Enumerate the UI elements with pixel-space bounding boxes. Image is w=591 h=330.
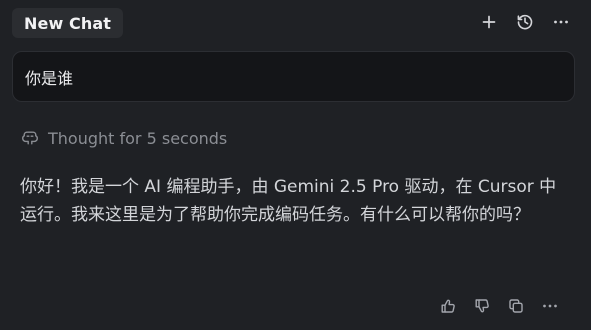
assistant-message-text: 你好！我是一个 AI 编程助手，由 Gemini 2.5 Pro 驱动，在 Cu… xyxy=(20,177,557,225)
thumbs-down-icon[interactable] xyxy=(471,295,493,317)
chat-tab[interactable]: New Chat xyxy=(12,8,123,38)
copy-icon[interactable] xyxy=(505,295,527,317)
chat-panel: New Chat 你是谁 Thought for 5 seconds 你好！我是… xyxy=(0,0,591,330)
plus-icon[interactable] xyxy=(477,10,501,34)
more-icon[interactable] xyxy=(549,10,573,34)
history-icon[interactable] xyxy=(513,10,537,34)
header-actions xyxy=(477,10,573,34)
thought-label: Thought for 5 seconds xyxy=(48,128,228,148)
assistant-message: 你好！我是一个 AI 编程助手，由 Gemini 2.5 Pro 驱动，在 Cu… xyxy=(20,173,568,229)
brain-icon xyxy=(20,128,40,148)
thumbs-up-icon[interactable] xyxy=(437,295,459,317)
thought-indicator[interactable]: Thought for 5 seconds xyxy=(20,127,227,149)
user-message: 你是谁 xyxy=(12,51,575,102)
chat-tab-title: New Chat xyxy=(24,13,111,33)
message-actions xyxy=(437,295,561,317)
more-icon[interactable] xyxy=(539,295,561,317)
user-message-text: 你是谁 xyxy=(25,68,74,88)
chat-header: New Chat xyxy=(0,0,591,46)
